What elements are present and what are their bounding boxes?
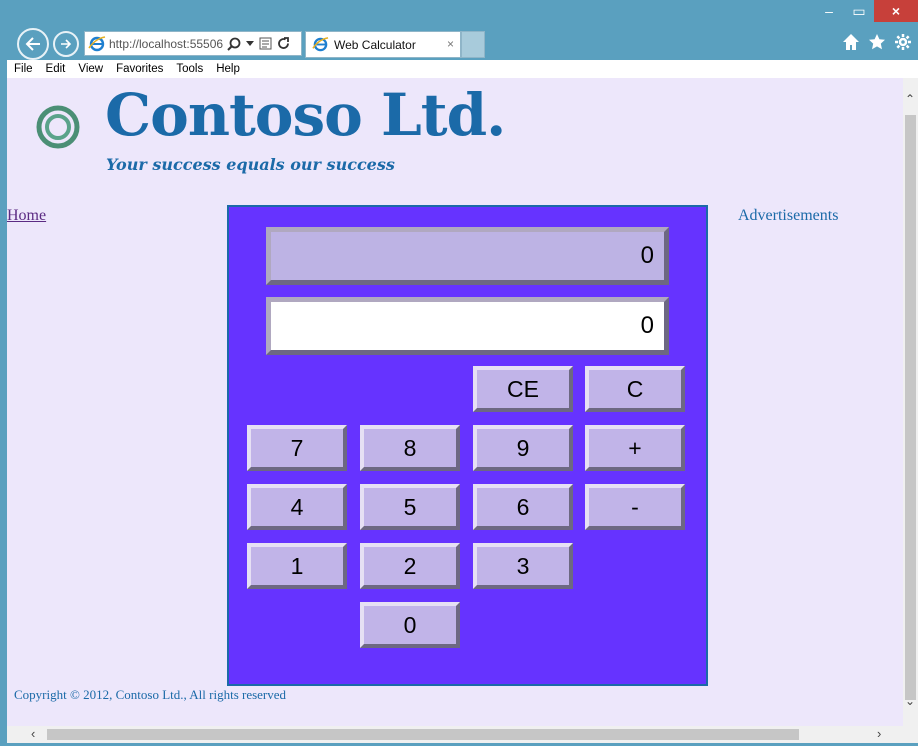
- contoso-logo-icon: [36, 105, 80, 149]
- scroll-right-icon[interactable]: ›: [877, 726, 881, 741]
- copyright-footer: Copyright © 2012, Contoso Ltd., All righ…: [14, 687, 287, 702]
- dropdown-icon[interactable]: [246, 40, 255, 47]
- digit-2-button[interactable]: 2: [360, 543, 460, 589]
- scroll-left-icon[interactable]: ‹: [31, 726, 35, 741]
- menu-edit[interactable]: Edit: [46, 63, 66, 75]
- new-tab-button[interactable]: [461, 31, 485, 58]
- search-icon[interactable]: [227, 37, 241, 51]
- tab-title: Web Calculator: [334, 37, 416, 52]
- digit-7-button[interactable]: 7: [247, 425, 347, 471]
- settings-gear-icon[interactable]: [894, 33, 912, 51]
- horizontal-scroll-thumb[interactable]: [47, 729, 799, 740]
- digit-4-button[interactable]: 4: [247, 484, 347, 530]
- tab-web-calculator[interactable]: Web Calculator ×: [305, 31, 461, 58]
- forward-button[interactable]: [53, 31, 79, 57]
- tab-close-icon[interactable]: ×: [447, 37, 454, 51]
- page-viewport: Contoso Ltd. Your success equals our suc…: [7, 78, 903, 726]
- menu-bar: File Edit View Favorites Tools Help: [7, 60, 918, 78]
- menu-help[interactable]: Help: [216, 63, 240, 75]
- home-icon[interactable]: [842, 33, 860, 51]
- ie-page-icon: [88, 35, 106, 51]
- nav-home-link[interactable]: Home: [7, 207, 46, 225]
- horizontal-scrollbar[interactable]: ‹ ›: [7, 726, 918, 743]
- favorites-star-icon[interactable]: [868, 33, 886, 51]
- digit-0-button[interactable]: 0: [360, 602, 460, 648]
- refresh-icon[interactable]: [277, 37, 290, 50]
- previous-value: 0: [640, 242, 654, 269]
- menu-view[interactable]: View: [78, 63, 103, 75]
- menu-tools[interactable]: Tools: [176, 63, 203, 75]
- minus-button[interactable]: -: [585, 484, 685, 530]
- close-window-button[interactable]: ×: [874, 0, 918, 22]
- address-bar[interactable]: http://localhost:55506: [84, 31, 302, 56]
- vertical-scrollbar[interactable]: ⌃ ⌄: [903, 78, 918, 726]
- current-value: 0: [640, 312, 654, 339]
- url-text[interactable]: http://localhost:55506: [109, 37, 223, 51]
- site-title: Contoso Ltd.: [105, 81, 506, 149]
- clear-button[interactable]: C: [585, 366, 685, 412]
- calculator: 0 0 CE C 7 8 9 + 4 5 6 - 1 2 3 0: [227, 205, 708, 686]
- digit-8-button[interactable]: 8: [360, 425, 460, 471]
- ie-tab-icon: [312, 37, 329, 52]
- digit-9-button[interactable]: 9: [473, 425, 573, 471]
- scroll-up-icon[interactable]: ⌃: [905, 92, 915, 106]
- forward-icon: [61, 39, 72, 49]
- digit-3-button[interactable]: 3: [473, 543, 573, 589]
- previous-value-display: 0: [266, 227, 669, 285]
- plus-button[interactable]: +: [585, 425, 685, 471]
- advertisements-heading: Advertisements: [738, 207, 839, 224]
- digit-1-button[interactable]: 1: [247, 543, 347, 589]
- site-tagline: Your success equals our success: [106, 155, 395, 174]
- browser-window: – ▭ × http://localhost:55506 Web Calcula…: [0, 0, 918, 746]
- scroll-down-icon[interactable]: ⌄: [905, 694, 915, 708]
- compatibility-icon[interactable]: [259, 37, 272, 50]
- browser-toolbar-icons: [842, 33, 912, 51]
- vertical-scroll-thumb[interactable]: [905, 115, 916, 700]
- menu-favorites[interactable]: Favorites: [116, 63, 163, 75]
- digit-6-button[interactable]: 6: [473, 484, 573, 530]
- back-button[interactable]: [17, 28, 49, 60]
- window-controls: – ▭ ×: [814, 0, 918, 22]
- maximize-button[interactable]: ▭: [844, 0, 874, 22]
- current-value-display[interactable]: 0: [266, 297, 669, 355]
- address-tools: [227, 37, 290, 51]
- minimize-button[interactable]: –: [814, 0, 844, 22]
- menu-file[interactable]: File: [14, 63, 33, 75]
- clear-entry-button[interactable]: CE: [473, 366, 573, 412]
- back-icon: [25, 37, 40, 51]
- digit-5-button[interactable]: 5: [360, 484, 460, 530]
